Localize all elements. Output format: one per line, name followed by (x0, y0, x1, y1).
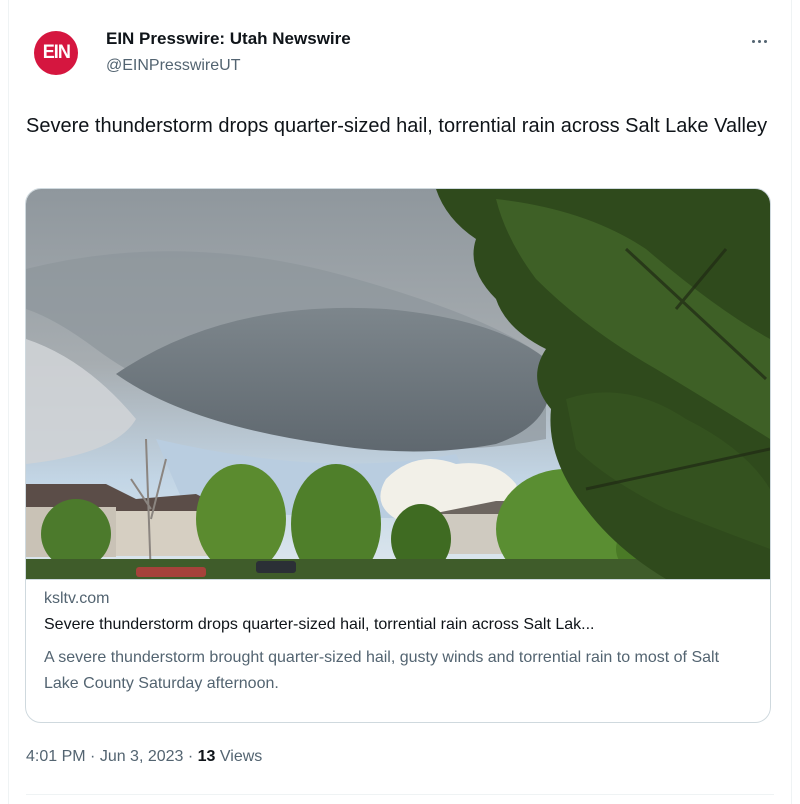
views-label: Views (215, 748, 263, 765)
meta-separator: · (85, 748, 100, 765)
avatar-logo-text: EIN (42, 42, 70, 63)
card-body: ksltv.com Severe thunderstorm drops quar… (26, 579, 770, 722)
avatar[interactable]: EIN (34, 31, 78, 75)
author-handle[interactable]: @EINPresswireUT (106, 57, 240, 75)
link-card[interactable]: ksltv.com Severe thunderstorm drops quar… (25, 188, 771, 723)
card-title: Severe thunderstorm drops quarter-sized … (44, 616, 595, 633)
card-domain: ksltv.com (44, 590, 110, 607)
tweet-time[interactable]: 4:01 PM (26, 748, 86, 765)
tweet-date[interactable]: Jun 3, 2023 (100, 748, 184, 765)
divider (26, 794, 774, 795)
frame-left-border (8, 0, 9, 804)
more-options-button[interactable] (744, 28, 774, 50)
card-description: A severe thunderstorm brought quarter-si… (44, 649, 720, 692)
frame-right-border (791, 0, 792, 804)
views-count: 13 (197, 748, 216, 765)
tweet-meta: 4:01 PM · Jun 3, 2023 · 13 Views (26, 748, 262, 766)
author-display-name[interactable]: EIN Presswire: Utah Newswire (106, 29, 351, 49)
meta-separator: · (183, 748, 198, 765)
card-image (26, 189, 770, 579)
more-horizontal-icon (750, 30, 768, 48)
tweet-text: Severe thunderstorm drops quarter-sized … (26, 115, 768, 137)
